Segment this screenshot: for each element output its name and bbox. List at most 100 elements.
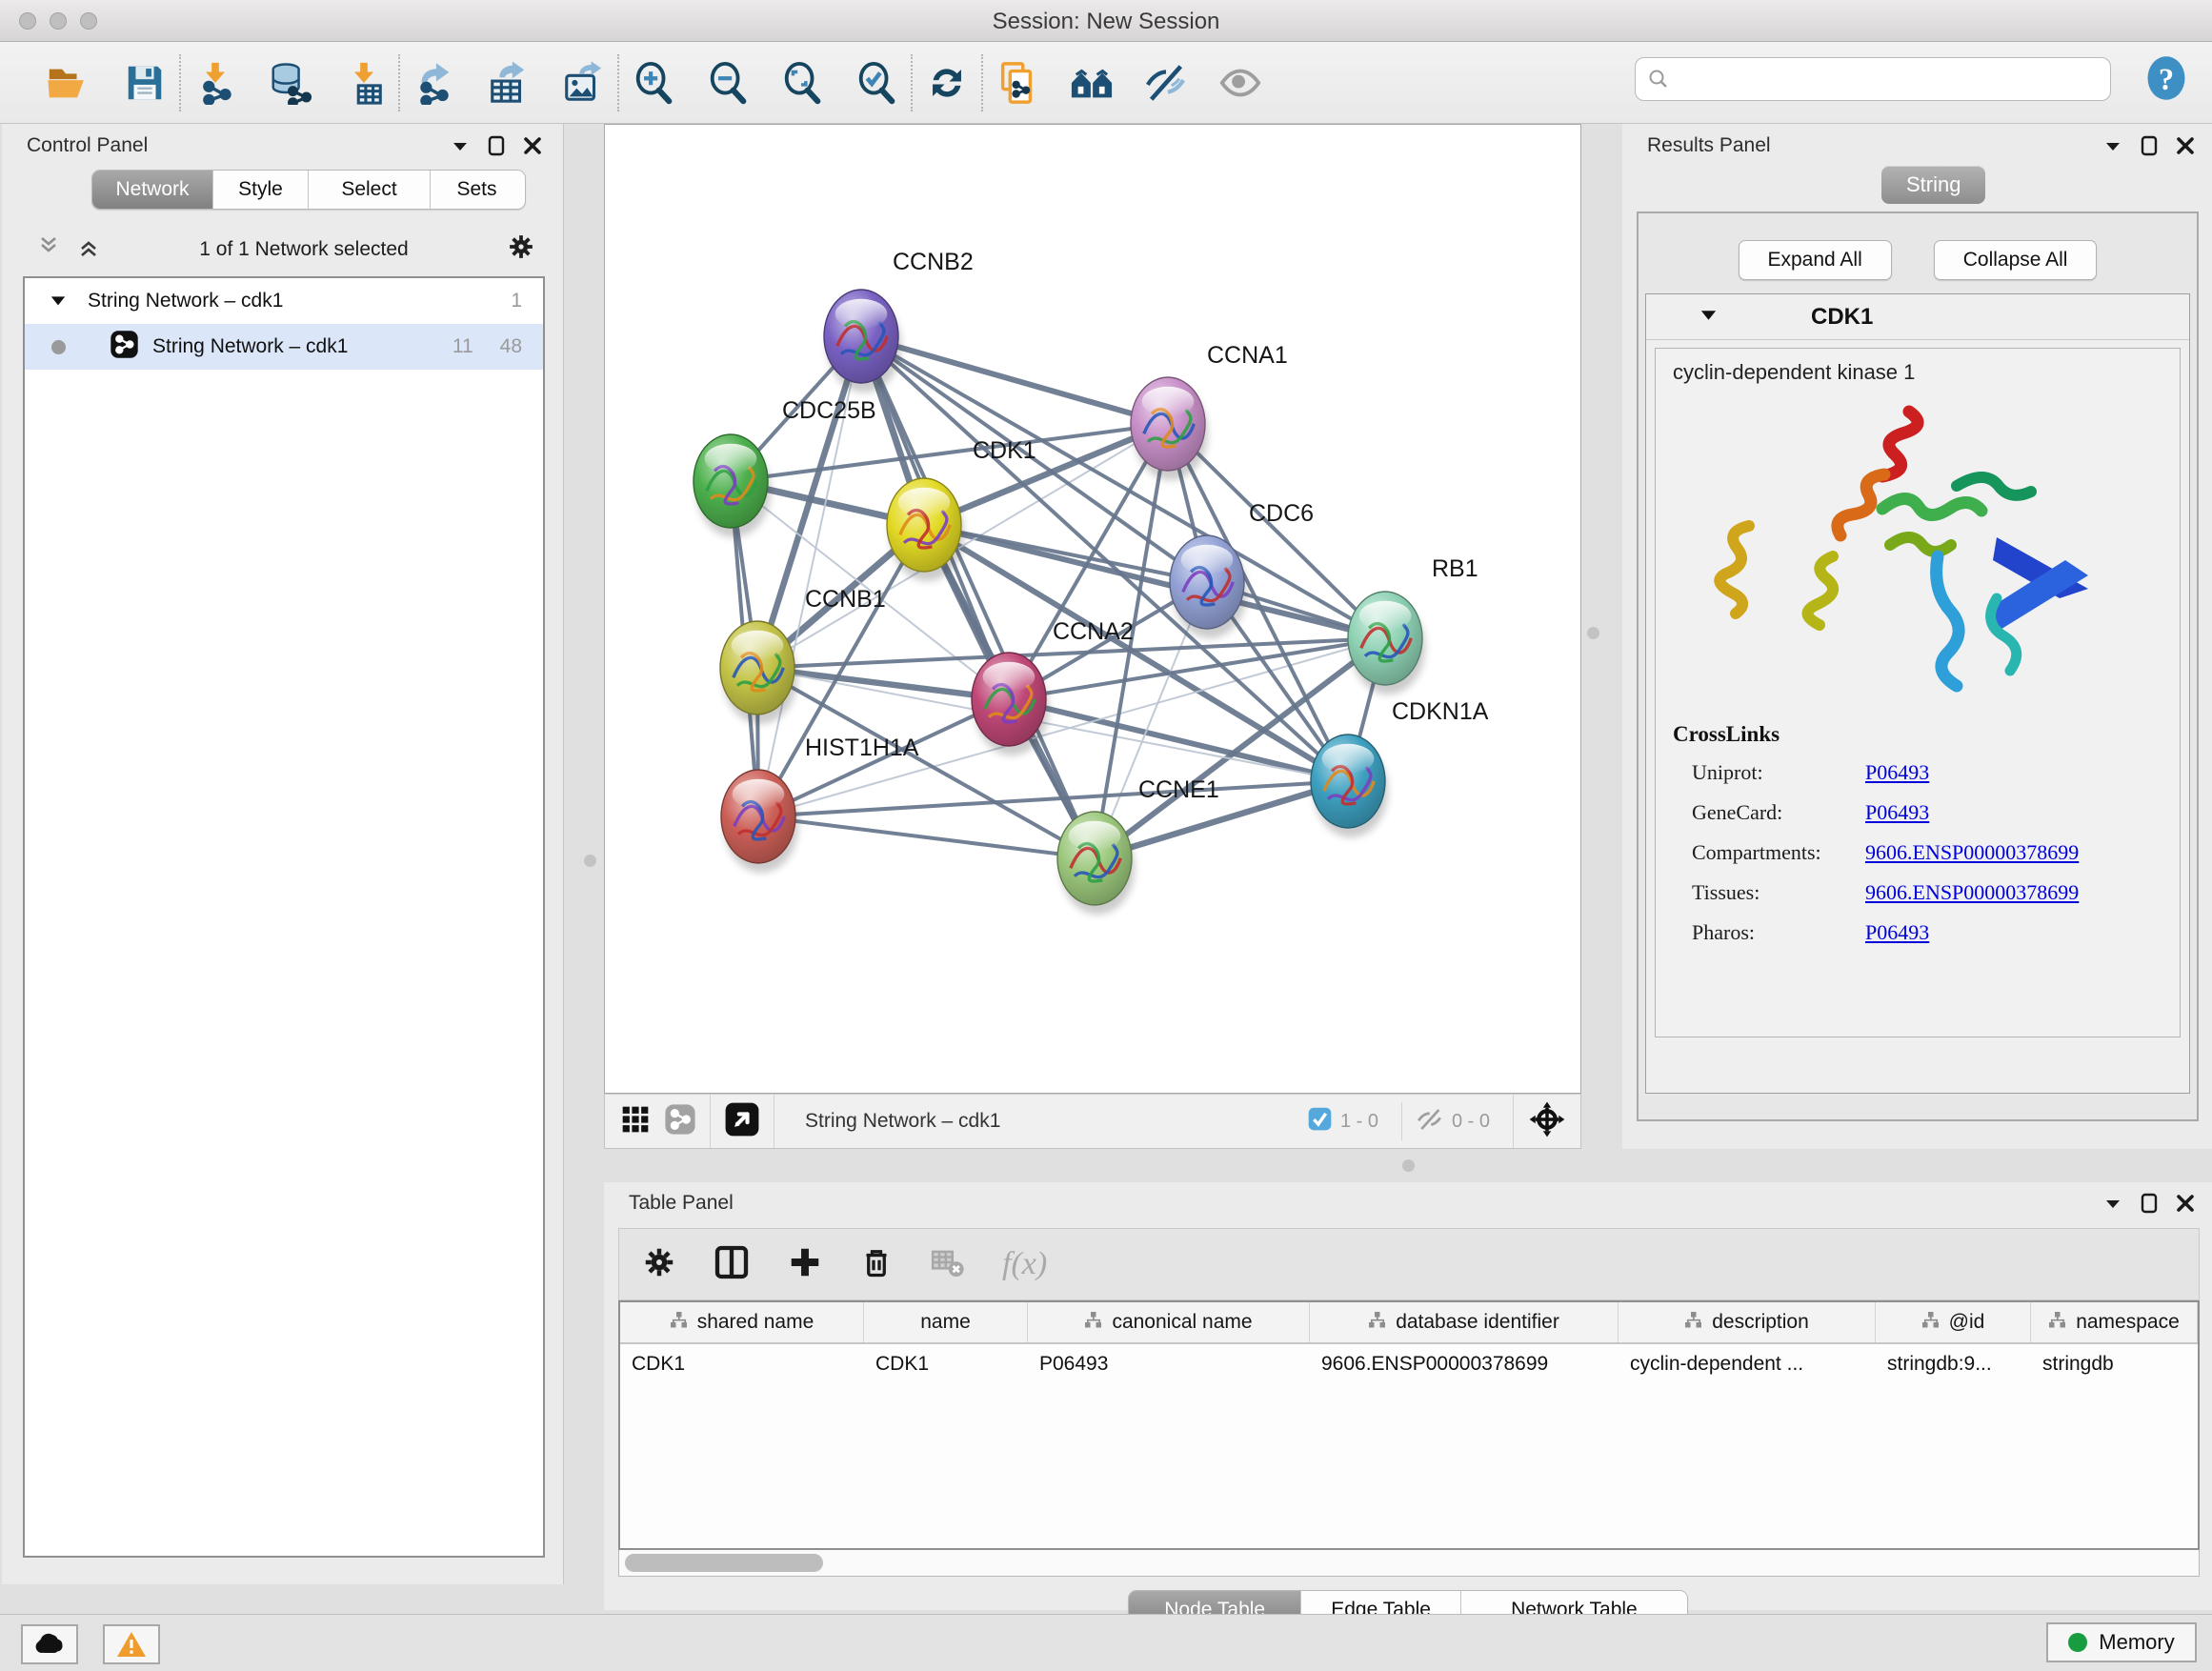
network-options-gear-icon[interactable] bbox=[507, 232, 535, 267]
column-header--id[interactable]: @id bbox=[1876, 1302, 2031, 1342]
table-splitter-handle[interactable] bbox=[1402, 1159, 1415, 1172]
collapse-all-networks-icon[interactable] bbox=[36, 235, 61, 264]
toolbar-separator bbox=[981, 54, 983, 111]
column-header-shared-name[interactable]: shared name bbox=[620, 1302, 864, 1342]
svg-text:CDC6: CDC6 bbox=[1249, 500, 1314, 527]
export-network-icon[interactable] bbox=[410, 58, 459, 108]
graph-node-CDKN1A bbox=[1311, 735, 1388, 837]
network-graph[interactable]: CCNB2CCNA1CDC25BCDK1CDC6RB1CCNB1CCNA2CDK… bbox=[605, 125, 1580, 1093]
table-cell[interactable]: cyclin-dependent ... bbox=[1619, 1344, 1876, 1388]
zoom-fit-icon[interactable] bbox=[777, 58, 827, 108]
table-panel-splitter[interactable] bbox=[604, 1149, 2212, 1182]
gene-entry-body: cyclin-dependent kinase 1 bbox=[1655, 348, 2181, 1037]
string-network-icon bbox=[110, 330, 139, 365]
table-cell[interactable]: 9606.ENSP00000378699 bbox=[1310, 1344, 1619, 1388]
column-header-canonical-name[interactable]: canonical name bbox=[1028, 1302, 1310, 1342]
copy-style-icon[interactable] bbox=[993, 58, 1042, 108]
column-header-name[interactable]: name bbox=[864, 1302, 1028, 1342]
left-splitter-handle[interactable] bbox=[584, 855, 596, 867]
table-cell[interactable]: stringdb bbox=[2031, 1344, 2198, 1388]
tab-select[interactable]: Select bbox=[309, 171, 431, 209]
pan-crosshair-icon[interactable] bbox=[1527, 1099, 1567, 1144]
control-panel-close-icon[interactable] bbox=[523, 136, 542, 155]
gene-entry-header[interactable]: CDK1 bbox=[1646, 294, 2189, 340]
show-all-icon[interactable] bbox=[1216, 58, 1265, 108]
tab-sets[interactable]: Sets bbox=[431, 171, 523, 209]
search-input[interactable] bbox=[1670, 69, 2089, 91]
gene-expander-icon[interactable] bbox=[1699, 308, 1718, 326]
collapse-all-button[interactable]: Collapse All bbox=[1934, 240, 2098, 280]
tab-style[interactable]: Style bbox=[213, 171, 309, 209]
column-header-database-identifier[interactable]: database identifier bbox=[1310, 1302, 1619, 1342]
apply-function-icon[interactable]: f(x) bbox=[1002, 1246, 1047, 1282]
network-overview-icon[interactable] bbox=[664, 1103, 696, 1140]
add-column-icon[interactable] bbox=[787, 1244, 823, 1285]
selected-counts: 1 - 0 bbox=[1340, 1111, 1378, 1133]
table-panel-float-icon[interactable] bbox=[2140, 1193, 2159, 1214]
table-cell[interactable]: stringdb:9... bbox=[1876, 1344, 2031, 1388]
node-table[interactable]: shared namenamecanonical namedatabase id… bbox=[618, 1300, 2200, 1550]
import-network-from-database-icon[interactable] bbox=[265, 58, 314, 108]
graph-node-CDK1 bbox=[887, 478, 964, 581]
graph-node-CCNB2 bbox=[824, 290, 901, 393]
birdseye-view-icon[interactable] bbox=[724, 1101, 760, 1142]
open-file-icon[interactable] bbox=[42, 58, 91, 108]
delete-table-icon[interactable] bbox=[930, 1244, 966, 1285]
tab-network[interactable]: Network bbox=[92, 171, 213, 209]
export-table-icon[interactable] bbox=[484, 58, 533, 108]
table-panel-close-icon[interactable] bbox=[2176, 1194, 2195, 1213]
column-header-namespace[interactable]: namespace bbox=[2031, 1302, 2198, 1342]
scrollbar-thumb[interactable] bbox=[625, 1554, 823, 1572]
network-view[interactable]: CCNB2CCNA1CDC25BCDK1CDC6RB1CCNB1CCNA2CDK… bbox=[604, 124, 1581, 1094]
crosslink-link[interactable]: P06493 bbox=[1865, 800, 1929, 825]
crosslink-link[interactable]: P06493 bbox=[1865, 920, 1929, 945]
crosslinks-section: CrossLinks Uniprot:P06493GeneCard:P06493… bbox=[1673, 722, 2079, 960]
zoom-in-icon[interactable] bbox=[629, 58, 678, 108]
tab-string[interactable]: String bbox=[1881, 166, 1985, 204]
control-panel-menu-icon[interactable] bbox=[451, 139, 470, 152]
zoom-selected-icon[interactable] bbox=[852, 58, 901, 108]
selected-checkbox-icon[interactable] bbox=[1307, 1106, 1333, 1137]
crosslink-link[interactable]: 9606.ENSP00000378699 bbox=[1865, 880, 2079, 905]
hide-selected-icon[interactable] bbox=[1141, 58, 1191, 108]
control-panel-float-icon[interactable] bbox=[487, 135, 506, 156]
import-network-icon[interactable] bbox=[191, 58, 240, 108]
table-panel-menu-icon[interactable] bbox=[2103, 1197, 2122, 1210]
table-cell[interactable]: P06493 bbox=[1028, 1344, 1310, 1388]
delete-column-icon[interactable] bbox=[859, 1245, 894, 1284]
export-image-icon[interactable] bbox=[558, 58, 608, 108]
save-session-icon[interactable] bbox=[120, 58, 170, 108]
warnings-button[interactable] bbox=[103, 1624, 160, 1664]
network-row-selected[interactable]: String Network – cdk1 11 48 bbox=[25, 324, 543, 370]
string-home-icon[interactable] bbox=[1067, 58, 1116, 108]
crosslink-link[interactable]: 9606.ENSP00000378699 bbox=[1865, 840, 2079, 865]
show-columns-icon[interactable] bbox=[713, 1243, 751, 1286]
network-collection-row[interactable]: String Network – cdk1 1 bbox=[25, 278, 543, 324]
right-splitter-handle[interactable] bbox=[1587, 627, 1599, 639]
refresh-icon[interactable] bbox=[922, 58, 972, 108]
table-cell[interactable]: CDK1 bbox=[620, 1344, 864, 1388]
expand-all-networks-icon[interactable] bbox=[76, 235, 101, 264]
graph-node-CCNB1 bbox=[720, 621, 797, 724]
table-horizontal-scrollbar[interactable] bbox=[618, 1550, 2200, 1577]
graph-node-CCNA2 bbox=[972, 653, 1049, 755]
column-header-description[interactable]: description bbox=[1619, 1302, 1876, 1342]
table-cell[interactable]: CDK1 bbox=[864, 1344, 1028, 1388]
results-panel-menu-icon[interactable] bbox=[2103, 139, 2122, 152]
search-box[interactable] bbox=[1635, 57, 2111, 101]
expand-all-button[interactable]: Expand All bbox=[1739, 240, 1892, 280]
svg-text:CCNB2: CCNB2 bbox=[893, 249, 974, 275]
import-table-icon[interactable] bbox=[339, 58, 389, 108]
results-panel-float-icon[interactable] bbox=[2140, 135, 2159, 156]
node-table-row[interactable]: CDK1CDK1P064939606.ENSP00000378699cyclin… bbox=[620, 1344, 2198, 1388]
results-panel-close-icon[interactable] bbox=[2176, 136, 2195, 155]
table-settings-gear-icon[interactable] bbox=[642, 1245, 676, 1284]
help-icon[interactable]: ? bbox=[2142, 53, 2191, 108]
hidden-eye-icon[interactable] bbox=[1416, 1105, 1444, 1138]
collection-expander-icon[interactable] bbox=[50, 290, 67, 312]
cloud-status-button[interactable] bbox=[21, 1624, 78, 1664]
zoom-out-icon[interactable] bbox=[703, 58, 753, 108]
grid-view-icon[interactable] bbox=[620, 1104, 651, 1139]
memory-button[interactable]: Memory bbox=[2046, 1622, 2197, 1662]
crosslink-link[interactable]: P06493 bbox=[1865, 760, 1929, 785]
